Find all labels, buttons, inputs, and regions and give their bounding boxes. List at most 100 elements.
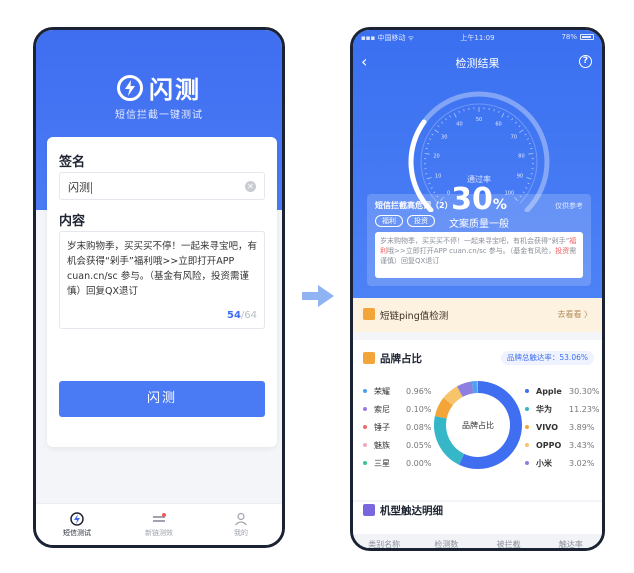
model-reach-section: 机型触达明细 类别名称 检测数 被拦截 触达率	[353, 502, 602, 549]
legend-dot	[525, 389, 529, 393]
tab-sms-test-label: 短信测试	[63, 528, 91, 537]
lightning-circle-icon	[70, 511, 84, 526]
risk-tags: 福利 投资	[375, 215, 435, 227]
char-count-max: /64	[240, 310, 257, 321]
legend-item: 荣耀 0.96%	[363, 382, 431, 400]
gauge-tick-label: 60	[495, 122, 501, 128]
signature-value: 闪测	[68, 181, 90, 194]
gauge-tick-label: 20	[433, 153, 439, 159]
legend-item: 华为 11.23%	[525, 400, 600, 418]
legend-item: 锤子 0.08%	[363, 418, 431, 436]
right-phone: ▪▪▪ 中国移动 ᯤ 上午11:09 78% ‹ 检测结果 ? 0 10 20 30 4…	[350, 27, 605, 551]
battery-text: 78%	[561, 33, 577, 41]
signature-input[interactable]: 闪测 ✕	[59, 172, 265, 200]
link-icon	[152, 512, 166, 526]
column-header: 类别名称	[368, 540, 401, 549]
gauge-tick	[519, 129, 524, 133]
legend-name: VIVO	[536, 422, 559, 432]
legend-name: 锤子	[374, 422, 390, 432]
legend-value: 11.23%	[569, 404, 600, 414]
gauge-tick	[424, 153, 430, 155]
left-phone: 闪测 短信拦截一键测试 签名 闪测 ✕ 内容 岁末购物季，买买买不停！一起来寻宝…	[33, 27, 285, 548]
gauge-tick	[427, 142, 430, 145]
text-cursor	[91, 182, 92, 194]
highlighted-message: 岁末购物季，买买买不停！一起来寻宝吧，有机会获得“剁手”福利哦>>立即打开APP…	[375, 232, 583, 278]
tab-sms-test[interactable]: 短信测试	[36, 504, 118, 545]
char-counter: 54/64	[227, 308, 257, 323]
risk-words-panel: 短信拦截高危词（2） 仅供参考 福利 投资 岁末购物季，买买买不停！一起来寻宝吧…	[367, 194, 591, 286]
legend-item: VIVO 3.89%	[525, 418, 600, 436]
legend-dot	[525, 425, 529, 429]
legend-value: 0.96%	[406, 386, 432, 396]
gauge-tick	[528, 142, 531, 145]
gauge-tick	[431, 133, 434, 136]
nav-bar: ‹ 检测结果 ?	[353, 50, 602, 74]
risk-words-title: 短信拦截高危词（2）	[375, 201, 453, 210]
legend-dot	[363, 425, 367, 429]
legend-name: 三星	[374, 458, 390, 468]
column-header: 被拦截	[496, 540, 521, 549]
gauge-tick-label: 70	[511, 135, 517, 141]
lightning-icon	[117, 74, 143, 101]
battery-status: 78%	[561, 33, 594, 41]
gauge-tick	[453, 112, 457, 118]
donut-slice	[434, 397, 454, 419]
legend-item: OPPO 3.43%	[525, 436, 600, 454]
ping-check-label: 短链ping值检测	[380, 311, 449, 322]
legend-value: 0.00%	[406, 458, 432, 468]
sms-form-card: 签名 闪测 ✕ 内容 岁末购物季，买买买不停！一起来寻宝吧，有机会获得“剁手”福…	[47, 137, 277, 447]
gauge-tick	[511, 118, 514, 121]
gauge-tick	[458, 110, 460, 113]
legend-item: 魅族 0.05%	[363, 436, 431, 454]
content-label: 内容	[59, 214, 86, 229]
tab-link-test-label: 新链测效	[145, 528, 173, 537]
legend-value: 3.43%	[569, 440, 595, 450]
content-textarea[interactable]: 岁末购物季，买买买不停！一起来寻宝吧，有机会获得“剁手”福利哦>>立即打开APP…	[59, 231, 265, 329]
legend-dot	[363, 461, 367, 465]
column-header: 检测数	[434, 540, 459, 549]
model-table-header: 类别名称 检测数 被拦截 触达率	[353, 534, 602, 549]
gauge-tick-label: 40	[456, 122, 462, 128]
legend-dot	[525, 443, 529, 447]
gauge-tick	[434, 129, 439, 133]
gauge-tick	[437, 125, 440, 128]
battery-icon	[580, 34, 594, 40]
brand-legend-right: Apple 30.30% 华为 11.23% VIVO 3.89% OPPO 3.43% 小米 3…	[525, 382, 600, 472]
brand-share-title: 品牌占比	[380, 353, 422, 365]
gauge-tick	[441, 121, 444, 124]
ping-check-row[interactable]: 短链ping值检测 去看看 〉	[353, 298, 602, 332]
tab-profile-label: 我的	[234, 528, 248, 537]
app-name: 闪测	[149, 76, 201, 104]
risk-tag: 福利	[375, 215, 403, 227]
page-title: 检测结果	[455, 57, 500, 70]
donut-slice	[456, 381, 474, 398]
app-subtitle: 短信拦截一键测试	[115, 110, 203, 121]
legend-value: 3.89%	[569, 422, 595, 432]
legend-name: OPPO	[536, 440, 562, 450]
submit-test-button[interactable]: 闪测	[59, 381, 265, 417]
status-bar: ▪▪▪ 中国移动 ᯤ 上午11:09 78%	[353, 30, 602, 44]
legend-item: Apple 30.30%	[525, 382, 600, 400]
message-segment: 哦>>立即打开APP cuan.cn/sc 参与。（基金有风险，	[387, 247, 556, 255]
tab-profile[interactable]: 我的	[200, 504, 282, 545]
right-arrow-icon	[300, 283, 336, 313]
legend-name: 华为	[536, 404, 552, 414]
legend-dot	[363, 443, 367, 447]
donut-center-label: 品牌占比	[462, 421, 494, 430]
gauge-tick	[498, 110, 500, 113]
legend-item: 索尼 0.10%	[363, 400, 431, 418]
risk-word-highlight: 投资	[555, 247, 570, 255]
legend-name: 小米	[536, 458, 552, 468]
legend-dot	[525, 461, 529, 465]
clear-icon[interactable]: ✕	[245, 181, 256, 192]
bottom-tab-bar: 短信测试 新链测效 我的	[36, 503, 282, 545]
ping-check-link[interactable]: 去看看 〉	[557, 309, 592, 320]
help-icon[interactable]: ?	[579, 55, 592, 68]
gauge-tick	[493, 109, 495, 112]
app-logo: 闪测	[36, 70, 282, 105]
tab-link-test[interactable]: 新链测效	[118, 504, 200, 545]
legend-name: 荣耀	[374, 386, 390, 396]
gauge-tick	[518, 125, 521, 128]
legend-value: 0.08%	[406, 422, 432, 432]
gauge-tick	[444, 118, 447, 121]
